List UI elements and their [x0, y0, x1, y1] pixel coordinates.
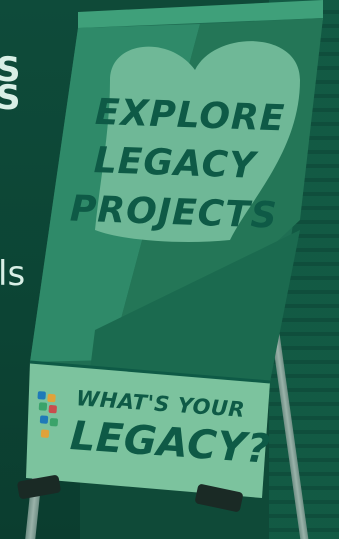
- headline-line-3: PROJECTS: [69, 188, 279, 237]
- legacy-logo-icon: [34, 391, 66, 449]
- headline-line-1: EXPLORE: [94, 91, 286, 140]
- photo-scene: S S ls EXPLORE LEGACY PROJECTS WHAT'S YO…: [0, 0, 339, 539]
- legacy-banner: EXPLORE LEGACY PROJECTS WHAT'S YOUR LEGA…: [0, 0, 339, 539]
- headline-line-2: LEGACY: [93, 140, 257, 187]
